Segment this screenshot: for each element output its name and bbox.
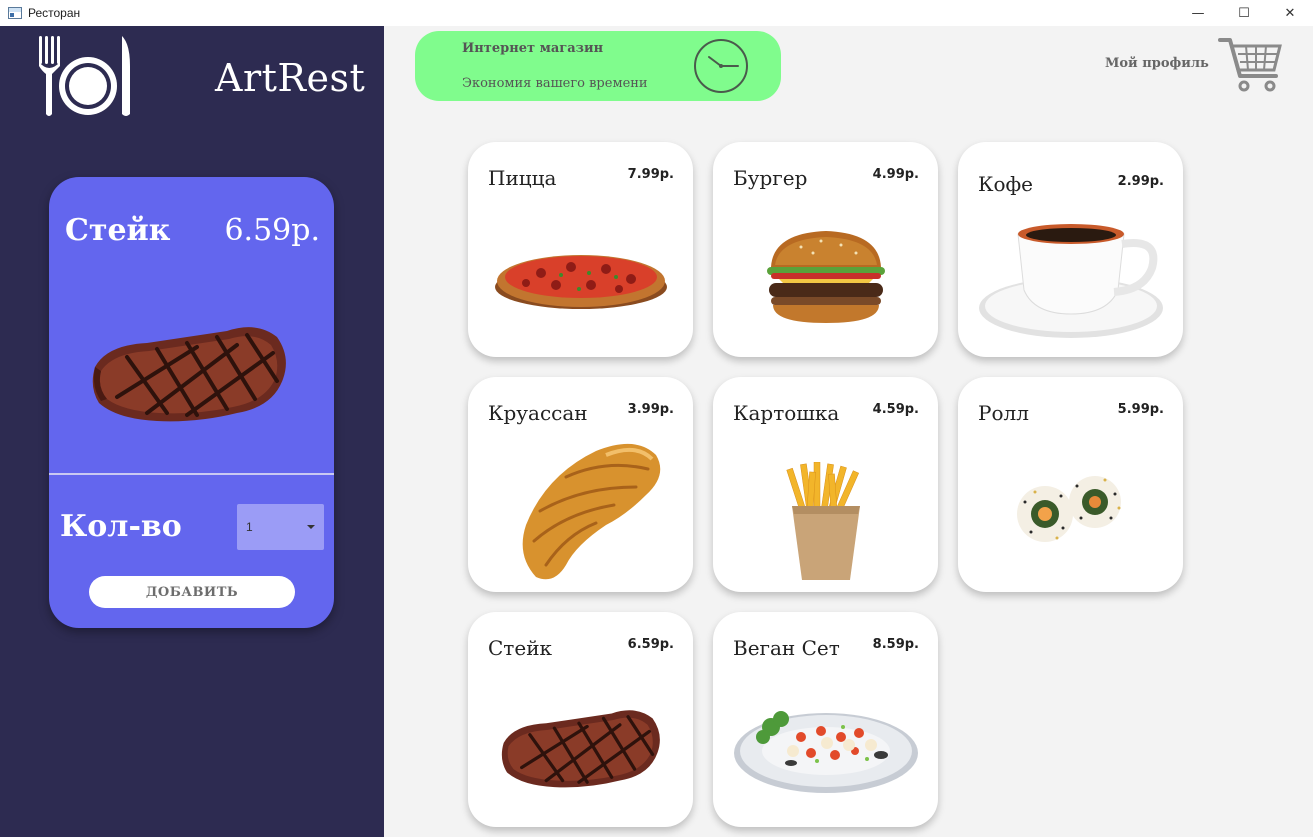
steak-image <box>87 317 292 432</box>
product-name: Веган Сет <box>733 636 840 660</box>
product-name: Пицца <box>488 166 557 190</box>
product-price: 3.99р. <box>627 402 674 417</box>
quantity-label: Кол-во <box>60 509 182 544</box>
quantity-value: 1 <box>246 520 253 534</box>
product-price: 4.59р. <box>872 402 919 417</box>
product-card-vegan-set[interactable]: Веган Сет 8.59р. <box>713 612 938 827</box>
add-to-cart-button[interactable]: ДОБАВИТЬ <box>89 576 295 608</box>
product-price: 8.59р. <box>872 637 919 652</box>
selected-item-price: 6.59р. <box>224 213 320 248</box>
pizza-image <box>468 202 693 352</box>
close-button[interactable]: ✕ <box>1267 0 1313 26</box>
app-window-icon <box>8 7 22 19</box>
product-card-steak[interactable]: Стейк 6.59р. <box>468 612 693 827</box>
product-price: 6.59р. <box>627 637 674 652</box>
maximize-button[interactable]: ☐ <box>1221 0 1267 26</box>
product-card-roll[interactable]: Ролл 5.99р. <box>958 377 1183 592</box>
minimize-button[interactable]: — <box>1175 0 1221 26</box>
banner-subtitle: Экономия вашего времени <box>462 76 648 91</box>
product-price: 7.99р. <box>627 167 674 182</box>
product-price: 5.99р. <box>1117 402 1164 417</box>
card-divider <box>49 473 334 475</box>
product-card-pizza[interactable]: Пицца 7.99р. <box>468 142 693 357</box>
banner-title: Интернет магазин <box>462 41 604 56</box>
chevron-down-icon <box>307 525 315 529</box>
brand-name: ArtRest <box>215 56 366 100</box>
product-name: Круассан <box>488 401 588 425</box>
product-name: Картошка <box>733 401 840 425</box>
window-title: Ресторан <box>28 6 81 20</box>
product-card-coffee[interactable]: Кофе 2.99р. <box>958 142 1183 357</box>
product-price: 2.99р. <box>1117 174 1164 189</box>
roll-image <box>958 437 1183 587</box>
fries-image <box>713 447 938 597</box>
window-titlebar: Ресторан — ☐ ✕ <box>0 0 1313 26</box>
coffee-image <box>958 202 1183 352</box>
my-profile-link[interactable]: Мой профиль <box>1105 56 1209 71</box>
fork-plate-knife-icon <box>36 34 132 123</box>
shopping-cart-icon[interactable] <box>1218 36 1284 99</box>
product-name: Стейк <box>488 636 553 660</box>
steak-image <box>468 672 693 822</box>
burger-image <box>713 202 938 352</box>
product-card-fries[interactable]: Картошка 4.59р. <box>713 377 938 592</box>
product-name: Ролл <box>978 401 1029 425</box>
selected-item-card: Стейк 6.59р. Кол-во 1 ДОБАВИТЬ <box>49 177 334 628</box>
vegan-set-image <box>713 672 938 822</box>
product-name: Бургер <box>733 166 808 190</box>
product-card-croissant[interactable]: Круассан 3.99р. <box>468 377 693 592</box>
quantity-select[interactable]: 1 <box>237 504 324 550</box>
clock-icon <box>693 38 749 99</box>
selected-item-name: Стейк <box>65 213 171 248</box>
product-name: Кофе <box>978 172 1034 196</box>
product-price: 4.99р. <box>872 167 919 182</box>
product-card-burger[interactable]: Бургер 4.99р. <box>713 142 938 357</box>
shop-banner: Интернет магазин Экономия вашего времени <box>415 31 781 101</box>
sidebar: ArtRest Стейк 6.59р. Кол-во 1 ДОБАВИТЬ <box>0 26 384 837</box>
croissant-image <box>468 435 693 585</box>
